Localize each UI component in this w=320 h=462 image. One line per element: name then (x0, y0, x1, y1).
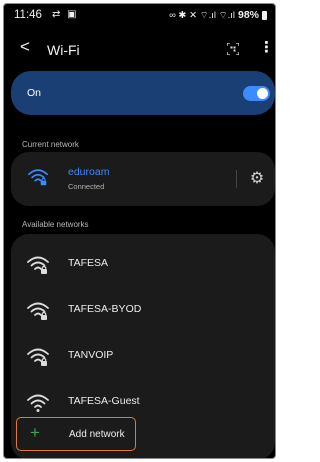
network-item[interactable]: TAFESA-BYOD (11, 288, 275, 334)
network-name: TANVOIP (68, 349, 114, 361)
available-networks-section-label: Available networks (22, 220, 89, 229)
wifi-toggle-label: On (27, 87, 42, 99)
system-status-icons: ∞ ✱ ✕ ⌔.ıl ⌔.ıl 98% (169, 9, 267, 21)
plus-icon: + (30, 423, 40, 442)
wifi-toggle-card[interactable]: On (11, 71, 275, 115)
add-network-label: Add network (69, 429, 125, 440)
status-bar: 11:46 ⇄ ▣ ∞ ✱ ✕ ⌔.ıl ⌔.ıl 98% (4, 4, 275, 28)
phone-screen: 11:46 ⇄ ▣ ∞ ✱ ✕ ⌔.ıl ⌔.ıl 98% < Wi-Fi ⋮ … (3, 3, 276, 459)
current-network-section-label: Current network (22, 140, 79, 149)
wifi-secured-icon (27, 256, 49, 274)
network-item[interactable]: TAFESA (11, 242, 275, 288)
current-network-card[interactable]: eduroam Connected ⚙ (11, 152, 275, 206)
wifi-secured-icon (27, 348, 49, 366)
network-name: TAFESA (68, 257, 109, 269)
more-vertical-icon[interactable]: ⋮ (259, 40, 274, 55)
back-arrow-icon[interactable]: < (20, 38, 30, 55)
network-name: TAFESA-BYOD (68, 303, 142, 315)
wifi-secured-icon (27, 302, 49, 320)
divider (236, 170, 237, 188)
status-time: 11:46 (14, 9, 42, 21)
app-header: < Wi-Fi ⋮ (4, 34, 275, 64)
toggle-knob (257, 88, 268, 99)
page-title: Wi-Fi (47, 42, 80, 58)
signal-icons: ∞ ✱ ✕ ⌔.ıl ⌔.ıl (169, 9, 235, 21)
current-network-status: Connected (68, 182, 105, 191)
battery-icon (262, 10, 267, 20)
wifi-open-icon (27, 394, 49, 412)
wifi-toggle-switch[interactable] (243, 86, 270, 101)
notification-icons: ⇄ ▣ (52, 9, 79, 20)
current-network-name: eduroam (68, 166, 110, 178)
battery-level: 98% (237, 9, 259, 21)
wifi-secured-icon (28, 169, 48, 186)
qr-scan-icon[interactable] (227, 43, 239, 55)
gear-icon[interactable]: ⚙ (247, 169, 267, 189)
network-name: TAFESA-Guest (68, 395, 140, 407)
network-item[interactable]: TANVOIP (11, 334, 275, 380)
add-network-button[interactable]: + Add network (16, 417, 136, 451)
